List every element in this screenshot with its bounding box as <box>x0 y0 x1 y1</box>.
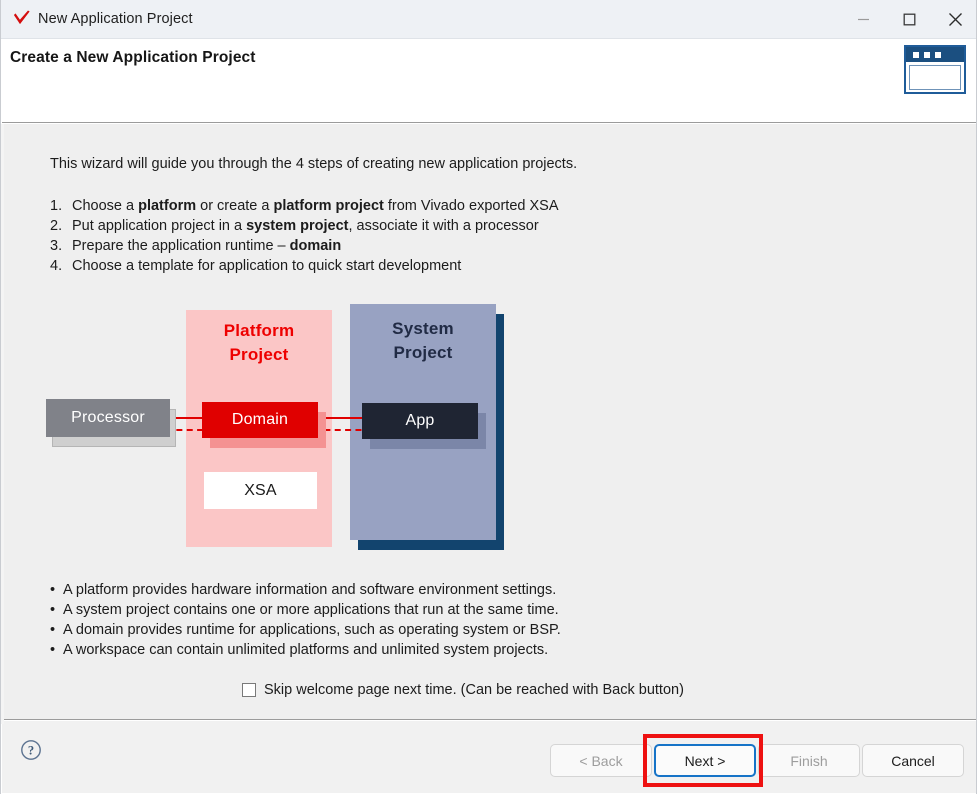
page-title: Create a New Application Project <box>10 49 256 66</box>
wizard-footer: ? < Back Next > Finish Cancel CSDN @风中的小… <box>2 721 976 793</box>
window-title: New Application Project <box>38 11 193 27</box>
description-bullet-list: • A platform provides hardware informatio… <box>50 580 561 660</box>
list-item: • A domain provides runtime for applicati… <box>50 622 561 638</box>
skip-welcome-checkbox-row[interactable]: Skip welcome page next time. (Can be rea… <box>242 682 684 698</box>
new-application-project-dialog: New Application Project Create a New App… <box>0 0 977 794</box>
step-text: or create a <box>196 198 274 214</box>
xsa-box: XSA <box>204 472 317 509</box>
vitis-checkmark-logo-icon <box>9 6 35 32</box>
wizard-window-icon <box>904 45 966 94</box>
step-bold: platform project <box>273 198 384 214</box>
wizard-button-row: < Back Next > Finish Cancel <box>548 734 964 787</box>
step-item: 2. Put application project in a system pr… <box>50 216 559 236</box>
finish-button[interactable]: Finish <box>758 744 860 777</box>
steps-list: 1. Choose a platform or create a platform… <box>50 196 559 276</box>
processor-box: Processor <box>46 399 170 437</box>
step-number: 4. <box>50 258 63 274</box>
bullet-text: A workspace can contain unlimited platfo… <box>63 642 549 658</box>
next-button[interactable]: Next > <box>654 744 756 777</box>
step-item: 3. Prepare the application runtime – doma… <box>50 236 559 256</box>
step-text: Choose a <box>72 198 139 214</box>
step-item: 4. Choose a template for application to q… <box>50 256 559 276</box>
app-box: App <box>362 403 478 439</box>
next-button-wrapper: Next > <box>643 734 763 787</box>
step-text: Prepare the application runtime – <box>72 238 290 254</box>
step-bold: domain <box>289 238 342 254</box>
bullet-text: A system project contains one or more ap… <box>63 602 559 618</box>
close-icon[interactable] <box>932 0 976 39</box>
skip-welcome-checkbox[interactable] <box>242 683 256 697</box>
minimize-icon[interactable] <box>840 0 886 39</box>
skip-welcome-label: Skip welcome page next time. (Can be rea… <box>264 682 684 698</box>
step-text: , associate it with a processor <box>348 218 539 234</box>
window-controls <box>840 0 976 39</box>
cancel-button[interactable]: Cancel <box>862 744 964 777</box>
background-sliver <box>1 124 4 724</box>
list-item: • A system project contains one or more a… <box>50 602 559 618</box>
step-item: 1. Choose a platform or create a platform… <box>50 196 559 216</box>
domain-label: Domain <box>231 411 289 428</box>
title-bar: New Application Project <box>1 0 976 39</box>
platform-project-label-line2: Project <box>229 345 289 364</box>
back-button[interactable]: < Back <box>550 744 652 777</box>
step-text: Put application project in a <box>72 218 247 234</box>
maximize-icon[interactable] <box>886 0 932 39</box>
domain-box: Domain <box>202 402 318 438</box>
wizard-content: This wizard will guide you through the 4… <box>2 124 976 720</box>
step-number: 2. <box>50 218 63 234</box>
intro-text: This wizard will guide you through the 4… <box>50 156 578 172</box>
project-structure-diagram: System Project Platform Project Processo… <box>46 304 516 550</box>
processor-label: Processor <box>71 409 145 426</box>
step-number: 3. <box>50 238 63 254</box>
step-text: Choose a template for application to qui… <box>72 258 462 274</box>
xsa-label: XSA <box>244 481 277 499</box>
bullet-text: A platform provides hardware information… <box>63 582 557 598</box>
step-text: from Vivado exported XSA <box>383 198 559 214</box>
help-question-icon[interactable]: ? <box>20 739 42 761</box>
system-project-label-line1: System <box>392 319 454 338</box>
list-item: • A workspace can contain unlimited platf… <box>50 642 549 658</box>
system-project-label-line2: Project <box>393 343 453 362</box>
step-bold: platform <box>138 198 197 214</box>
bullet-text: A domain provides runtime for applicatio… <box>63 622 561 638</box>
svg-text:?: ? <box>28 744 34 758</box>
step-bold: system project <box>246 218 349 234</box>
app-label: App <box>405 412 435 429</box>
list-item: • A platform provides hardware informatio… <box>50 582 557 598</box>
step-number: 1. <box>50 198 63 214</box>
platform-project-label-line1: Platform <box>223 321 295 340</box>
